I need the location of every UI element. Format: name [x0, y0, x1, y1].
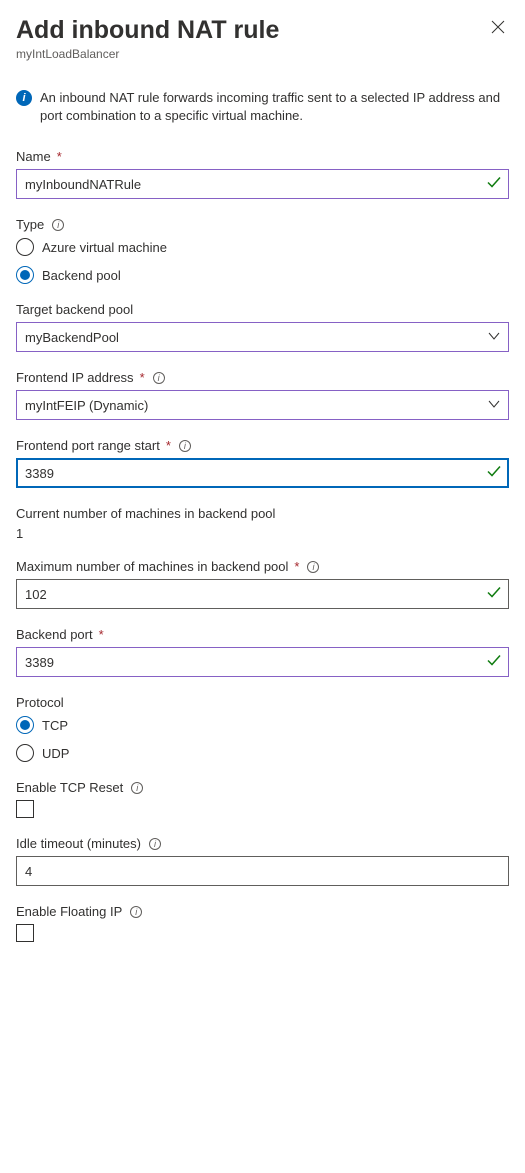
page-title: Add inbound NAT rule [16, 16, 279, 45]
protocol-tcp-label: TCP [42, 718, 68, 733]
info-text: An inbound NAT rule forwards incoming tr… [40, 89, 509, 125]
radio-icon [16, 238, 34, 256]
floating-ip-label: Enable Floating IP [16, 904, 122, 919]
page-subtitle: myIntLoadBalancer [16, 47, 279, 61]
info-banner: i An inbound NAT rule forwards incoming … [16, 89, 509, 125]
target-pool-select[interactable]: myBackendPool [16, 322, 509, 352]
protocol-label: Protocol [16, 695, 64, 710]
info-icon[interactable]: i [153, 372, 165, 384]
port-start-label: Frontend port range start [16, 438, 160, 453]
protocol-udp-label: UDP [42, 746, 69, 761]
info-icon[interactable]: i [307, 561, 319, 573]
info-icon[interactable]: i [130, 906, 142, 918]
name-input[interactable] [16, 169, 509, 199]
tcp-reset-label: Enable TCP Reset [16, 780, 123, 795]
radio-icon [16, 716, 34, 734]
port-start-input[interactable] [16, 458, 509, 488]
required-icon: * [140, 370, 145, 385]
info-icon[interactable]: i [131, 782, 143, 794]
required-icon: * [99, 627, 104, 642]
protocol-radio-tcp[interactable]: TCP [16, 716, 509, 734]
frontend-ip-select[interactable]: myIntFEIP (Dynamic) [16, 390, 509, 420]
info-icon[interactable]: i [52, 219, 64, 231]
type-radio-pool[interactable]: Backend pool [16, 266, 509, 284]
idle-timeout-label: Idle timeout (minutes) [16, 836, 141, 851]
max-machines-label: Maximum number of machines in backend po… [16, 559, 288, 574]
protocol-radio-udp[interactable]: UDP [16, 744, 509, 762]
target-pool-label: Target backend pool [16, 302, 133, 317]
radio-icon [16, 744, 34, 762]
current-machines-label: Current number of machines in backend po… [16, 506, 275, 521]
target-pool-value: myBackendPool [25, 330, 119, 345]
info-icon: i [16, 90, 32, 106]
current-machines-value: 1 [16, 526, 509, 541]
chevron-down-icon [488, 330, 500, 345]
backend-port-input[interactable] [16, 647, 509, 677]
chevron-down-icon [488, 398, 500, 413]
backend-port-label: Backend port [16, 627, 93, 642]
type-radio-pool-label: Backend pool [42, 268, 121, 283]
required-icon: * [57, 149, 62, 164]
type-label: Type [16, 217, 44, 232]
name-label: Name [16, 149, 51, 164]
frontend-ip-label: Frontend IP address [16, 370, 134, 385]
radio-icon [16, 266, 34, 284]
max-machines-input[interactable] [16, 579, 509, 609]
type-radio-vm-label: Azure virtual machine [42, 240, 167, 255]
info-icon[interactable]: i [149, 838, 161, 850]
frontend-ip-value: myIntFEIP (Dynamic) [25, 398, 148, 413]
close-button[interactable] [487, 16, 509, 41]
required-icon: * [294, 559, 299, 574]
required-icon: * [166, 438, 171, 453]
tcp-reset-checkbox[interactable] [16, 800, 34, 818]
info-icon[interactable]: i [179, 440, 191, 452]
idle-timeout-input[interactable] [16, 856, 509, 886]
type-radio-vm[interactable]: Azure virtual machine [16, 238, 509, 256]
floating-ip-checkbox[interactable] [16, 924, 34, 942]
close-icon [491, 22, 505, 37]
